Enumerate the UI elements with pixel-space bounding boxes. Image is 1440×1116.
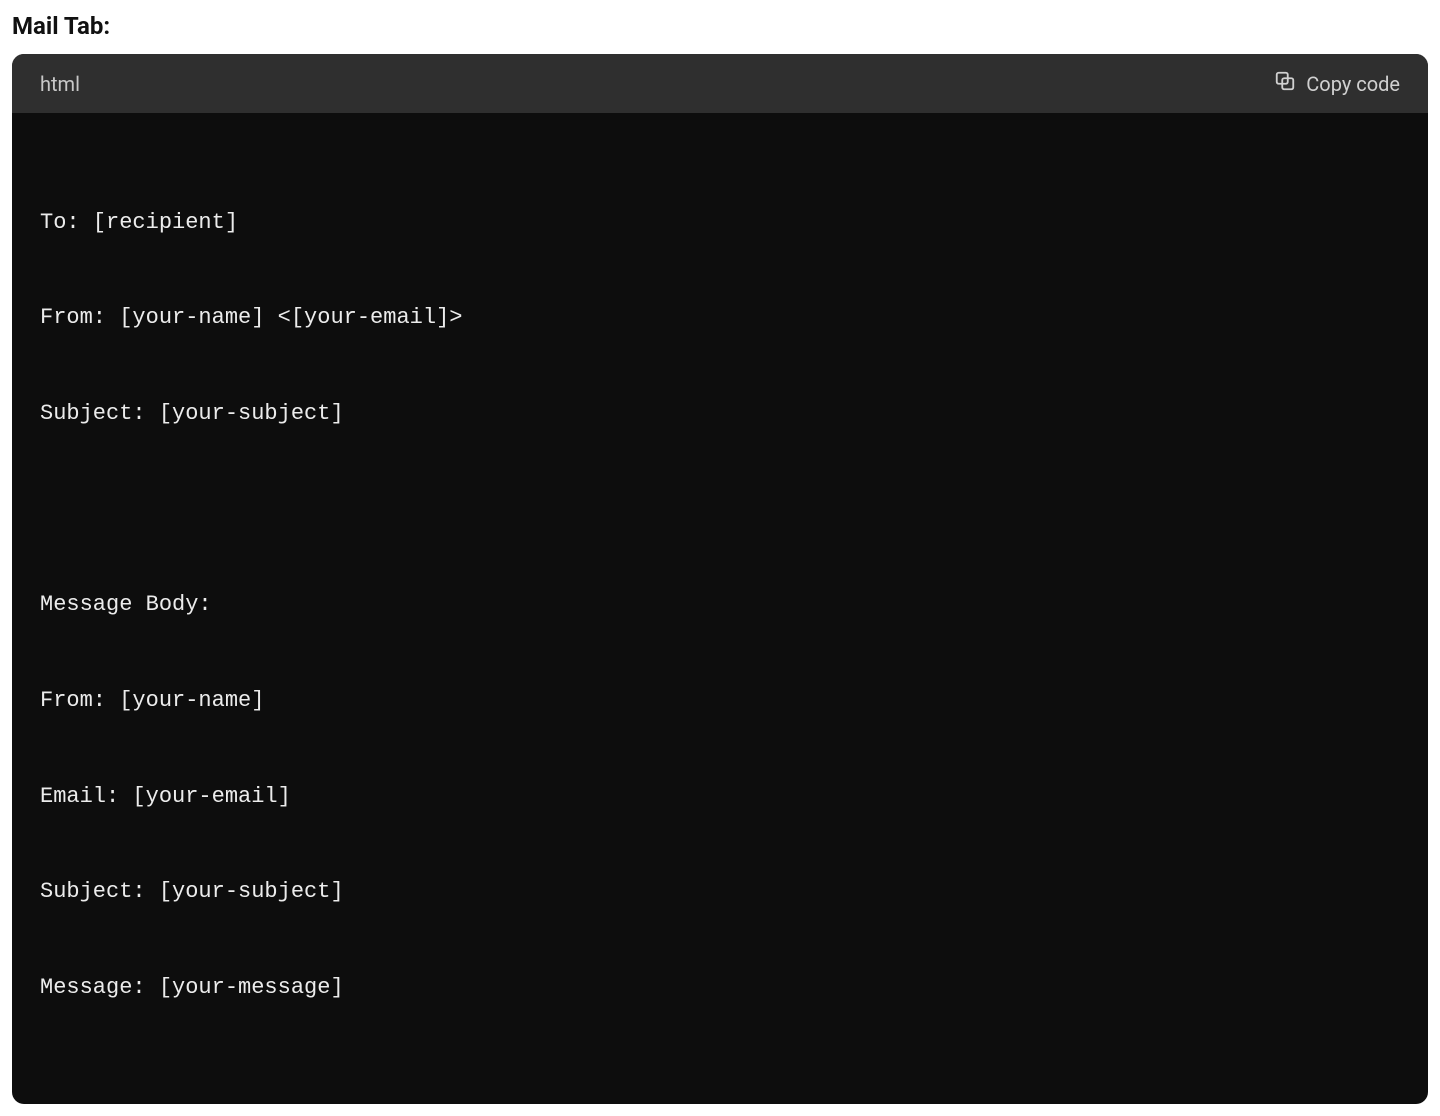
code-body: To: [recipient] From: [your-name] <[your… [12,113,1428,1104]
code-line: Message Body: [40,589,1400,621]
code-line: Message: [your-message] [40,972,1400,1004]
copy-code-label: Copy code [1306,72,1400,96]
copy-code-button[interactable]: Copy code [1274,70,1400,97]
code-language-label: html [40,72,80,96]
code-line [40,494,1400,526]
copy-icon [1274,70,1296,97]
code-block-header: html Copy code [12,54,1428,113]
code-line: Subject: [your-subject] [40,398,1400,430]
code-block: html Copy code To: [recipient] From: [yo… [12,54,1428,1104]
code-line: Email: [your-email] [40,781,1400,813]
code-line: From: [your-name] <[your-email]> [40,302,1400,334]
section-heading: Mail Tab: [12,12,1428,40]
code-line: Subject: [your-subject] [40,876,1400,908]
code-line: From: [your-name] [40,685,1400,717]
code-line: To: [recipient] [40,207,1400,239]
